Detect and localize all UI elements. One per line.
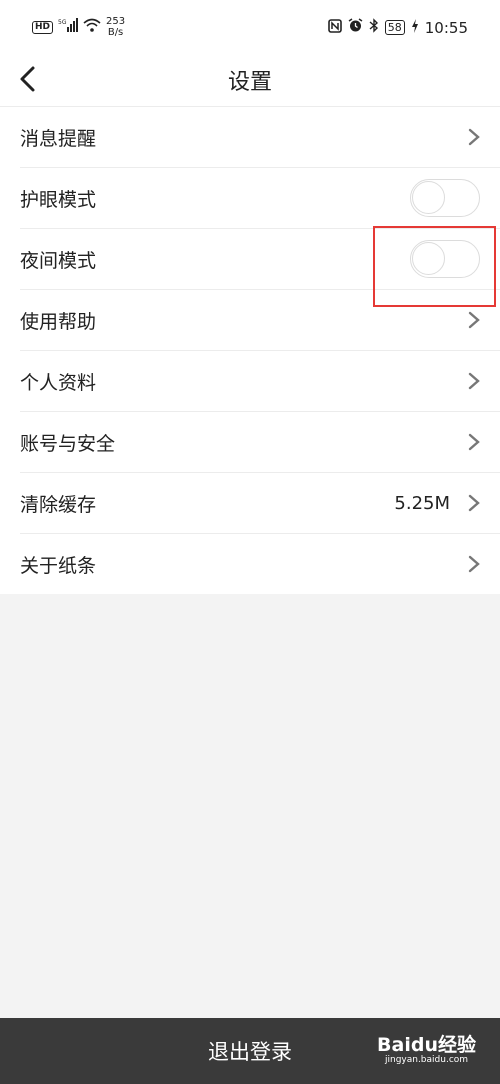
settings-item-label: 个人资料 xyxy=(20,371,97,394)
watermark-url: jingyan.baidu.com xyxy=(384,1055,469,1065)
net-type-label: 5G xyxy=(58,19,67,26)
status-bar: HD 5G 253 B/s 58 10:55 xyxy=(0,0,500,54)
signal-icon: 5G xyxy=(58,18,79,36)
toggle-knob xyxy=(412,181,445,214)
settings-item-label: 使用帮助 xyxy=(20,310,97,333)
settings-item-about[interactable]: 关于纸条 xyxy=(20,534,500,594)
baidu-jingyan-watermark: Baidu经验 jingyan.baidu.com xyxy=(377,1030,476,1065)
network-speed: 253 B/s xyxy=(106,16,125,38)
settings-item-label: 消息提醒 xyxy=(20,127,97,150)
bluetooth-icon xyxy=(369,18,379,37)
highlight-annotation-box xyxy=(373,226,496,307)
battery-icon: 58 xyxy=(384,20,405,35)
settings-item-eye-protection: 护眼模式 xyxy=(20,168,500,229)
clock: 10:55 xyxy=(424,18,468,37)
settings-item-label: 夜间模式 xyxy=(20,249,97,272)
navigation-header: 设置 xyxy=(0,54,500,107)
eye-protection-toggle[interactable] xyxy=(410,179,480,217)
chevron-right-icon xyxy=(468,311,480,329)
chevron-right-icon xyxy=(468,128,480,146)
chevron-right-icon xyxy=(468,372,480,390)
chevron-right-icon xyxy=(468,433,480,451)
status-right: 58 10:55 xyxy=(327,18,468,37)
alarm-icon xyxy=(348,18,363,37)
settings-item-label: 清除缓存 xyxy=(20,493,97,516)
chevron-right-icon xyxy=(468,494,480,512)
net-speed-value: 253 xyxy=(106,16,126,27)
page-title: 设置 xyxy=(227,70,272,95)
settings-item-account-security[interactable]: 账号与安全 xyxy=(20,412,500,473)
hd-badge: HD xyxy=(32,20,54,34)
settings-item-message-reminder[interactable]: 消息提醒 xyxy=(20,107,500,168)
settings-item-profile[interactable]: 个人资料 xyxy=(20,351,500,412)
status-left: HD 5G 253 B/s xyxy=(32,16,125,38)
settings-item-clear-cache[interactable]: 清除缓存 5.25M xyxy=(20,473,500,534)
nfc-icon xyxy=(327,18,342,37)
cache-size-value: 5.25M xyxy=(394,492,450,514)
wifi-icon xyxy=(83,18,101,36)
watermark-logo: Baidu经验 xyxy=(377,1034,476,1056)
footer-bar: 退出登录 Baidu经验 jingyan.baidu.com xyxy=(0,1018,500,1084)
settings-list: 消息提醒 护眼模式 夜间模式 使用帮助 个人资料 账号与安全 清除缓存 5.25… xyxy=(0,107,500,594)
settings-item-label: 护眼模式 xyxy=(20,188,97,211)
charging-icon xyxy=(411,18,419,37)
settings-item-label: 账号与安全 xyxy=(20,432,116,455)
settings-item-label: 关于纸条 xyxy=(20,554,97,577)
net-speed-unit: B/s xyxy=(107,27,124,38)
chevron-right-icon xyxy=(468,555,480,573)
